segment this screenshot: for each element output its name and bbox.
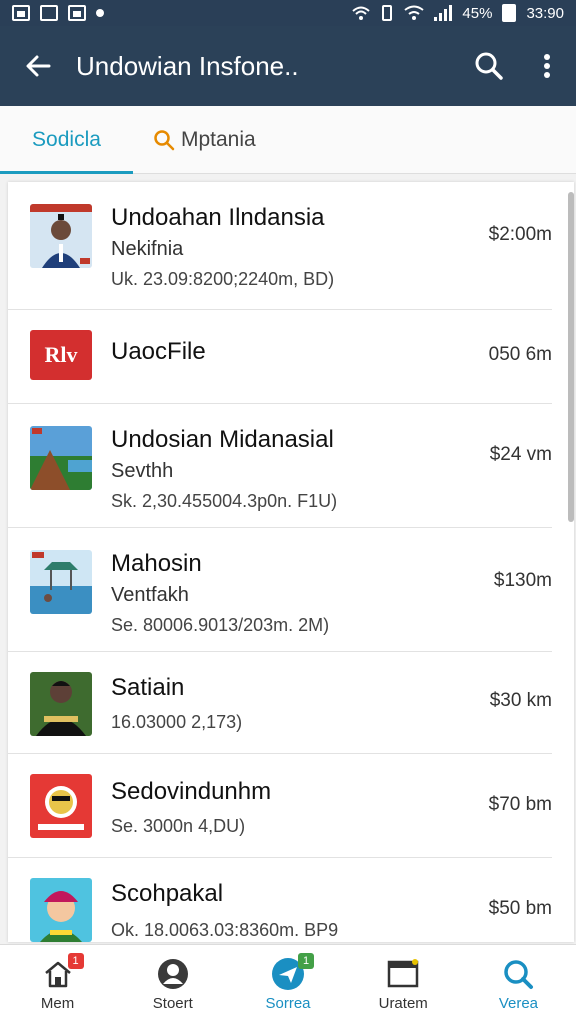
home-icon: 1 xyxy=(40,953,84,991)
nav-label: Uratem xyxy=(378,995,428,1012)
item-size: 050 6m xyxy=(488,344,552,365)
list-item[interactable]: Mahosin Ventfakh Se. 80006.9013/203m. 2M… xyxy=(8,528,552,652)
nav-item-mem[interactable]: 1 Mem xyxy=(0,945,115,1024)
item-name: Mahosin xyxy=(111,550,202,577)
wifi-icon xyxy=(352,6,371,20)
status-bar: 45% 33:90 xyxy=(0,0,576,26)
tab-sodicla[interactable]: Sodicla xyxy=(0,106,133,174)
nav-label: Stoert xyxy=(152,995,193,1012)
battery-icon xyxy=(502,4,517,22)
window-icon xyxy=(385,957,421,991)
item-name: UaocFile xyxy=(111,338,206,365)
profile-icon xyxy=(155,957,191,991)
send-icon: 1 xyxy=(270,953,314,991)
item-meta: Ok. 18.0063.03:8360m. BP9 xyxy=(111,920,339,940)
item-size: $24 vm xyxy=(489,444,552,465)
list-item[interactable]: Undosian Midanasial Sevthh Sk. 2,30.4550… xyxy=(8,404,552,528)
item-meta: Se. 80006.9013/203m. 2M) xyxy=(111,615,330,635)
item-name: Undoahan Ilndansia xyxy=(111,204,325,231)
more-vert-icon xyxy=(544,54,550,78)
item-subtitle: Nekifnia xyxy=(111,238,184,260)
back-arrow-icon xyxy=(26,55,51,77)
nav-item-stoert[interactable]: Stoert xyxy=(115,945,230,1024)
tab-bar: Sodicla Mptania xyxy=(0,106,576,174)
landscape-thumbnail xyxy=(30,426,92,490)
battery-percent: 45% xyxy=(462,4,493,22)
app-bar: Undowian Insfone.. xyxy=(0,26,576,106)
tab-mptania[interactable]: Mptania xyxy=(133,106,284,174)
list-item[interactable]: Satiain 16.03000 2,173) $30 km xyxy=(8,652,552,754)
item-meta: Uk. 23.09:8200;2240m, BD) xyxy=(111,269,335,289)
page-title: Undowian Insfone.. xyxy=(76,50,299,81)
status-indicators: 45% 33:90 xyxy=(352,4,564,22)
item-size: $2:00m xyxy=(488,224,552,245)
status-notifications xyxy=(12,5,104,21)
back-button[interactable] xyxy=(0,26,76,106)
tab-search-icon xyxy=(153,129,175,151)
list-scrollbar[interactable] xyxy=(568,192,574,522)
list-item[interactable]: Sedovindunhm Se. 3000n 4,DU) $70 bm xyxy=(8,754,552,858)
nav-label: Verea xyxy=(498,995,539,1012)
search-button[interactable] xyxy=(460,26,518,106)
gallery-notification-icon xyxy=(12,5,30,21)
item-name: Undosian Midanasial xyxy=(111,426,334,453)
person-shirt-thumbnail xyxy=(30,672,92,736)
file-list: Undoahan Ilndansia Nekifnia Uk. 23.09:82… xyxy=(8,182,574,942)
list-item[interactable]: Undoahan Ilndansia Nekifnia Uk. 23.09:82… xyxy=(8,182,552,310)
cell-signal-icon xyxy=(434,5,453,21)
nav-badge: 1 xyxy=(67,953,84,969)
list-item[interactable]: Rlv UaocFile 050 6m xyxy=(8,310,552,404)
character-red-thumbnail xyxy=(30,774,92,838)
red-logo-thumbnail: Rlv xyxy=(30,330,92,380)
overflow-menu-button[interactable] xyxy=(518,26,576,106)
item-meta: 16.03000 2,173) xyxy=(111,712,243,732)
item-size: $50 bm xyxy=(488,898,552,919)
search-icon xyxy=(500,957,536,991)
item-size: $70 bm xyxy=(488,794,552,815)
item-subtitle: Sevthh xyxy=(111,460,174,482)
item-meta: Se. 3000n 4,DU) xyxy=(111,816,246,836)
list-item[interactable]: Scohpakal Ok. 18.0063.03:8360m. BP9 $50 … xyxy=(8,858,552,942)
thumb-logo-text: Rlv xyxy=(44,342,78,367)
image-notification-icon xyxy=(40,5,58,21)
wifi-signal-icon xyxy=(404,5,425,20)
item-name: Satiain xyxy=(111,674,185,701)
beach-thumbnail xyxy=(30,550,92,614)
item-size: $30 km xyxy=(489,690,552,711)
app-notification-icon xyxy=(68,5,86,21)
nav-badge: 1 xyxy=(298,953,314,969)
status-time: 33:90 xyxy=(526,4,564,22)
person-thumbnail xyxy=(30,204,92,268)
nav-label: Sorrea xyxy=(265,995,311,1012)
nav-label: Mem xyxy=(40,995,75,1012)
item-subtitle: Ventfakh xyxy=(111,584,189,606)
nav-item-sorrea[interactable]: 1 Sorrea xyxy=(230,945,345,1024)
dot-notification-icon xyxy=(96,9,104,17)
tab-mptania-label: Mptania xyxy=(181,128,256,151)
item-name: Scohpakal xyxy=(111,880,224,907)
search-icon xyxy=(475,52,503,80)
item-size: $130m xyxy=(493,570,552,591)
cartoon-kid-thumbnail xyxy=(30,878,92,942)
bottom-navigation: 1 Mem Stoert 1 Sorrea Uratem Verea xyxy=(0,944,576,1024)
nav-item-verea[interactable]: Verea xyxy=(461,945,576,1024)
nav-item-uratem[interactable]: Uratem xyxy=(346,945,461,1024)
item-meta: Sk. 2,30.455004.3p0n. F1U) xyxy=(111,491,338,511)
item-name: Sedovindunhm xyxy=(111,778,272,805)
vibrate-icon xyxy=(382,5,393,21)
